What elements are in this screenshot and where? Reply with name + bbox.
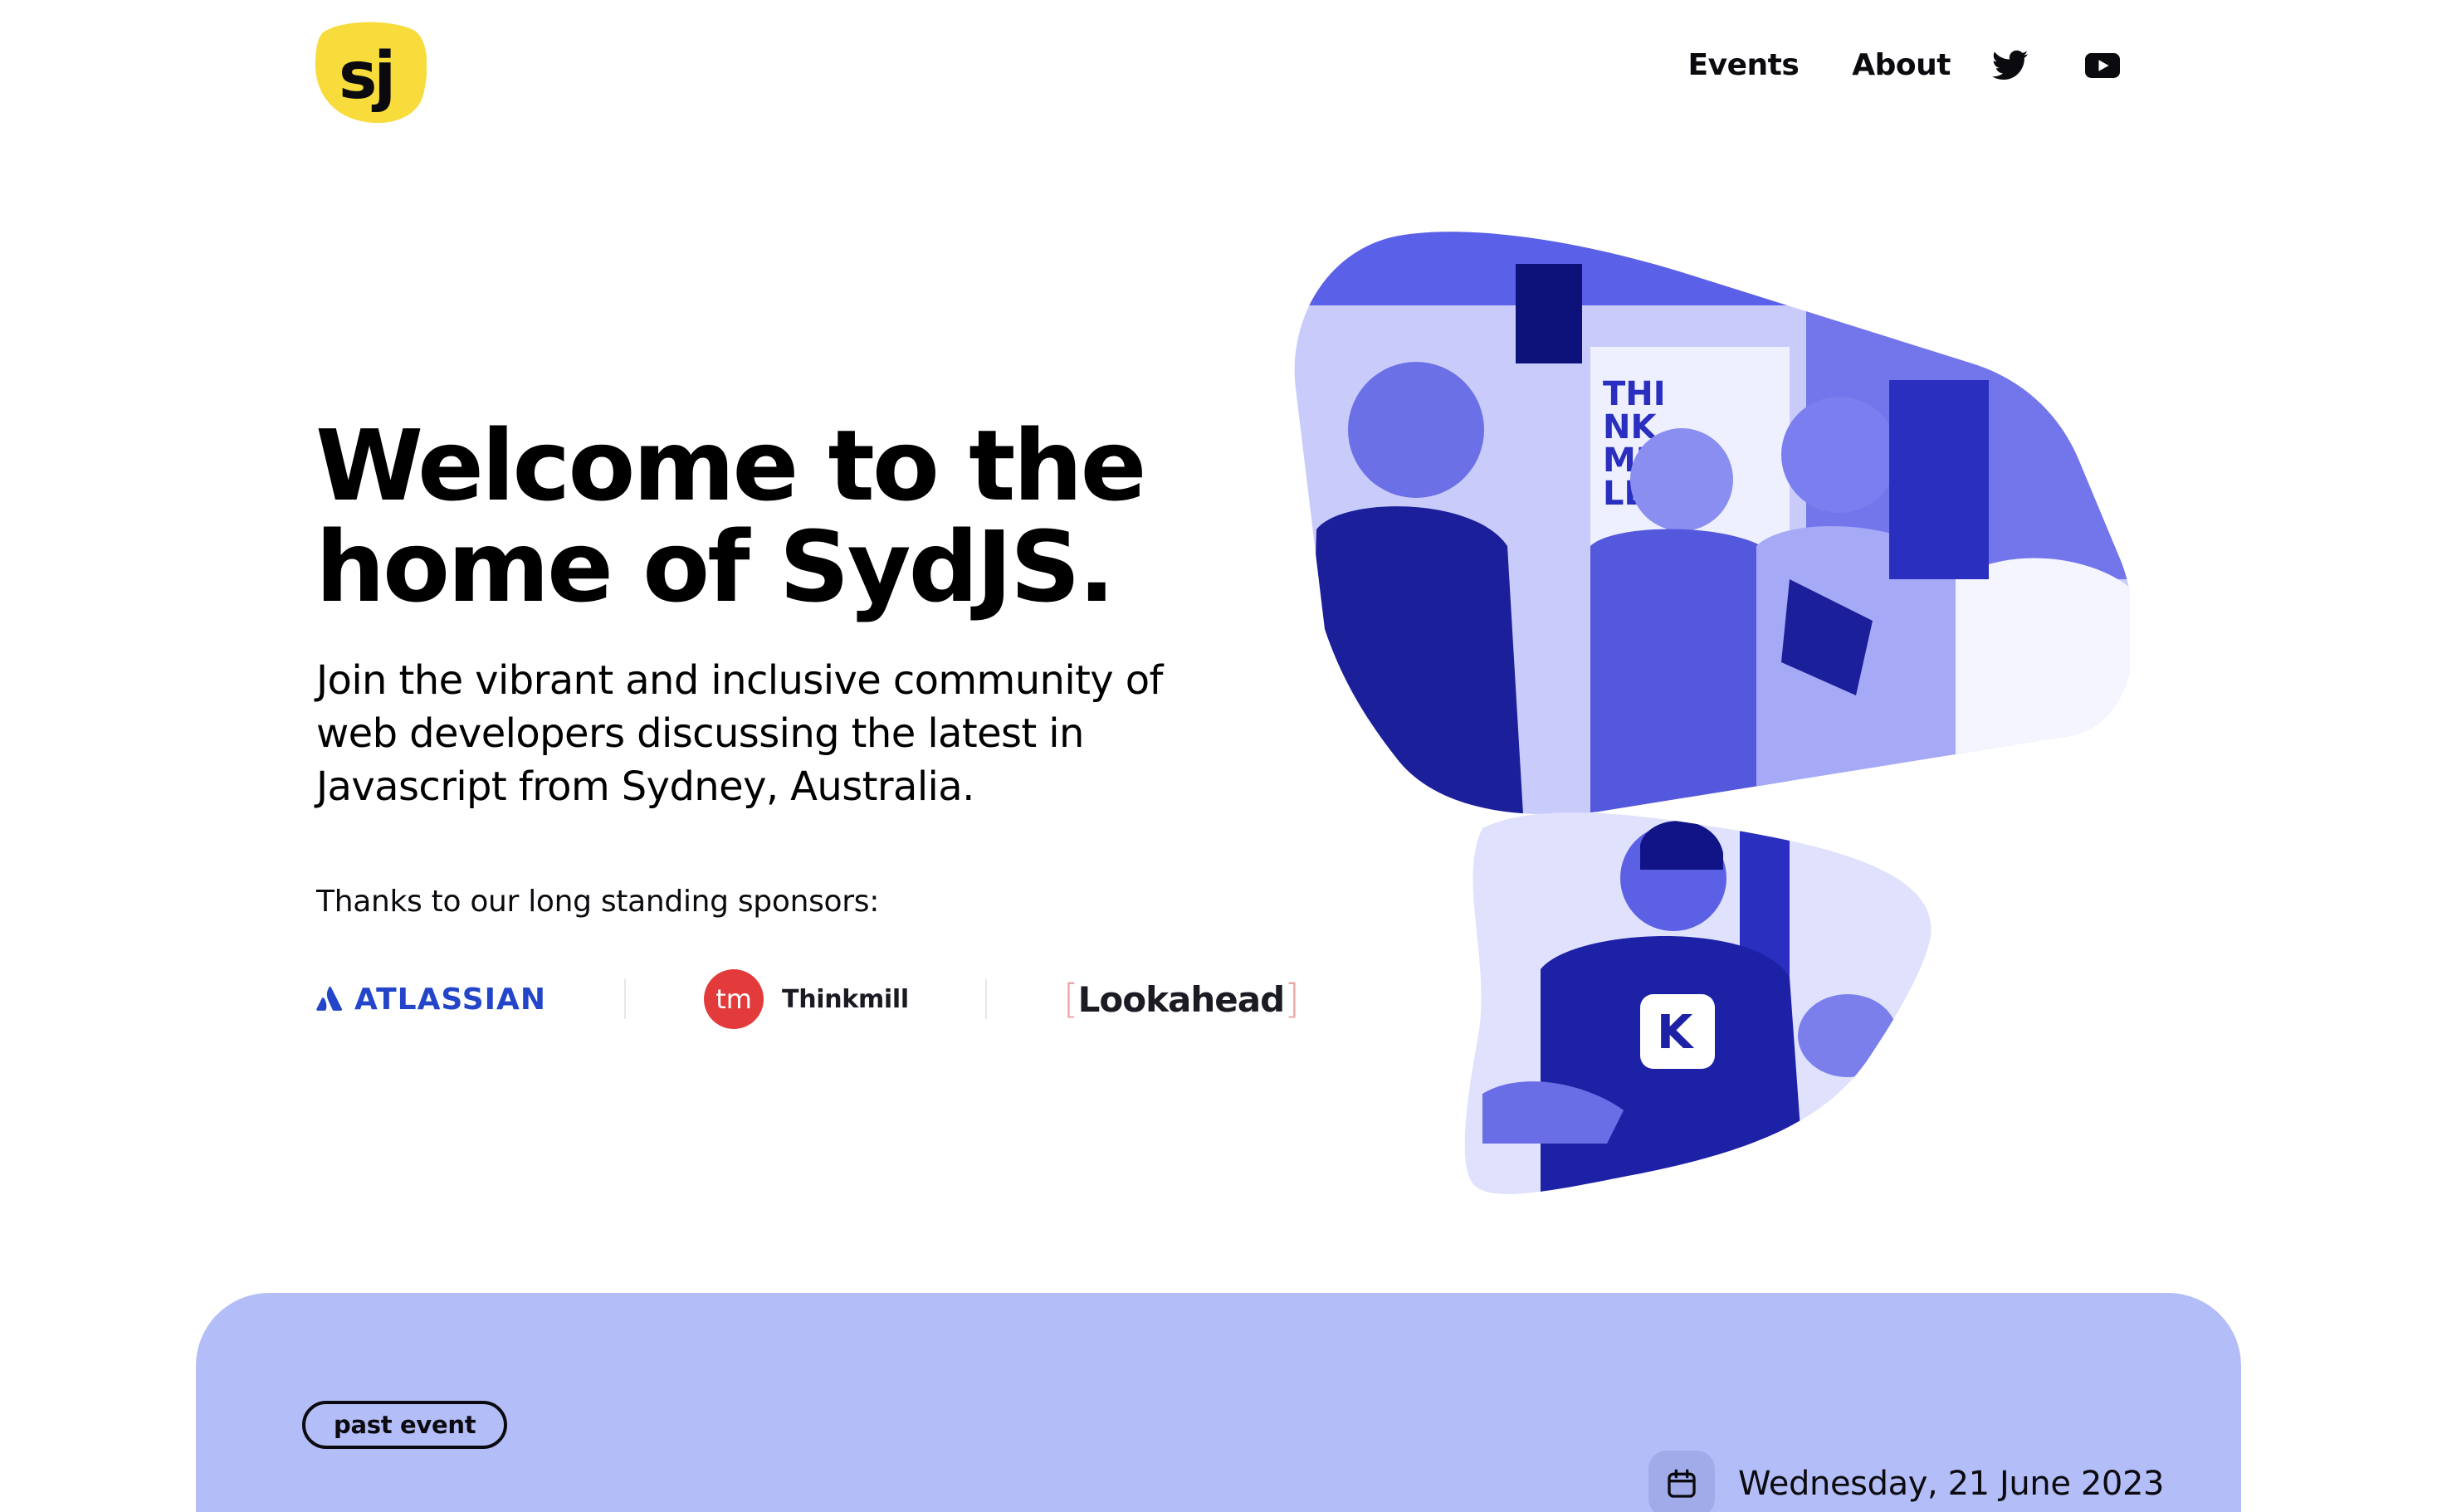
nav-about-link[interactable]: About xyxy=(1852,48,1951,82)
hero-title-line2: home of SydJS. xyxy=(315,510,1116,624)
hero-title-line1: Welcome to the xyxy=(315,408,1147,523)
thinkmill-logo-mark: tm xyxy=(704,969,764,1029)
calendar-icon-box xyxy=(1648,1451,1715,1512)
hero-title: Welcome to the home of SydJS. xyxy=(315,415,1278,617)
photo-top: THI NK MI LL xyxy=(1294,232,2130,815)
svg-text:K: K xyxy=(1657,1006,1695,1060)
sponsor-lookahead[interactable]: [ Lookahead ] xyxy=(1062,976,1300,1022)
sponsor-atlassian[interactable]: ATLASSIAN xyxy=(316,983,546,1017)
atlassian-icon xyxy=(316,986,343,1011)
twitter-icon[interactable] xyxy=(1992,50,2029,81)
sponsor-thinkmill[interactable]: tm Thinkmill xyxy=(704,969,909,1029)
past-event-badge: past event xyxy=(302,1401,508,1449)
sponsor-divider xyxy=(624,979,627,1019)
sponsors-label: Thanks to our long standing sponsors: xyxy=(316,885,880,919)
event-date-text: Wednesday, 21 June 2023 xyxy=(1738,1465,2165,1503)
calendar-icon xyxy=(1668,1469,1696,1498)
main-nav: Events About xyxy=(1688,48,2120,82)
photo-bottom: K xyxy=(1464,812,1932,1194)
sponsors-list: ATLASSIAN tm Thinkmill [ Lookahead ] xyxy=(316,969,1300,1029)
youtube-icon[interactable] xyxy=(2085,52,2120,79)
nav-events-link[interactable]: Events xyxy=(1688,48,1800,82)
sponsor-thinkmill-name: Thinkmill xyxy=(782,984,909,1014)
hero-subtitle: Join the vibrant and inclusive community… xyxy=(316,657,1163,810)
sponsor-atlassian-name: ATLASSIAN xyxy=(354,982,547,1017)
lookahead-bracket-left: [ xyxy=(1062,976,1079,1022)
hero-photos: THI NK MI LL K xyxy=(1294,232,2130,1194)
sydjs-logo[interactable]: sj xyxy=(314,18,427,128)
sponsor-divider xyxy=(984,979,987,1019)
sponsor-lookahead-name: Lookahead xyxy=(1077,978,1286,1020)
logo-text: sj xyxy=(339,39,393,114)
event-date: Wednesday, 21 June 2023 xyxy=(1648,1451,2164,1512)
